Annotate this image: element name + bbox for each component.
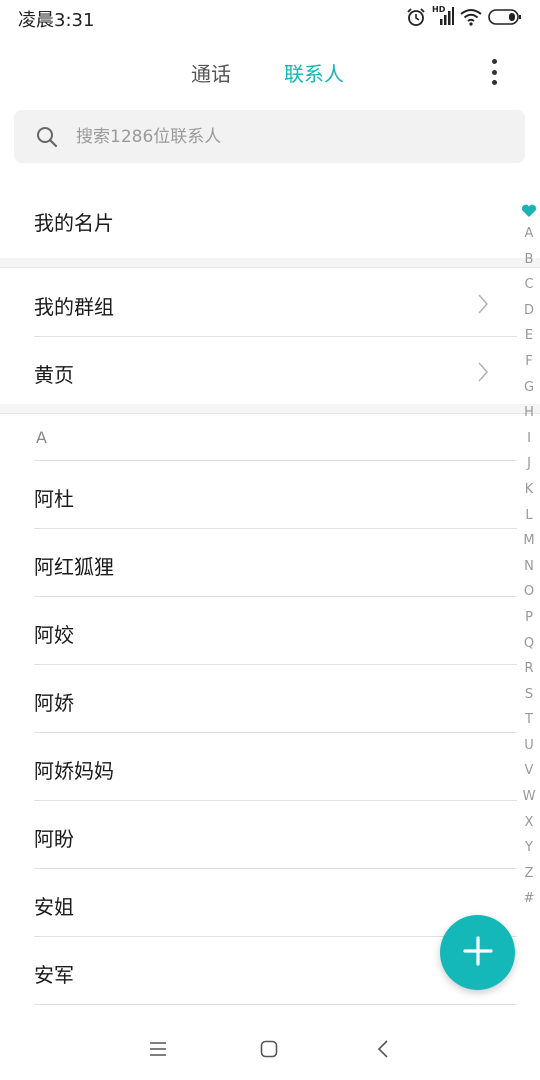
alphabet-letter[interactable]: V	[518, 758, 540, 784]
contact-name: 阿红狐狸	[34, 555, 114, 579]
contact-name: 阿杜	[34, 487, 74, 511]
alphabet-letter-list: A B C D E F G H I J K L M N O P Q R S T U V W X Y Z #	[518, 221, 540, 912]
status-bar: 凌晨3:31 HD	[0, 0, 540, 36]
contact-row[interactable]: 阿娇	[0, 665, 540, 733]
alphabet-letter[interactable]: X	[518, 810, 540, 836]
contact-name: 阿娇妈妈	[34, 759, 114, 783]
group-row-yellow-pages[interactable]: 黄页	[0, 337, 540, 405]
section-letter: A	[36, 428, 47, 447]
alphabet-letter[interactable]: B	[518, 247, 540, 273]
more-options-button[interactable]	[480, 56, 508, 88]
alphabet-letter[interactable]: E	[518, 323, 540, 349]
alphabet-letter[interactable]: #	[518, 886, 540, 912]
alphabet-index[interactable]: A B C D E F G H I J K L M N O P Q R S T U V W X Y Z #	[518, 201, 540, 912]
contact-row[interactable]: 阿姣	[0, 597, 540, 665]
group-row-label: 我的群组	[34, 295, 114, 319]
menu-icon	[149, 1041, 167, 1061]
section-divider	[0, 404, 540, 414]
alphabet-letter[interactable]: J	[518, 451, 540, 477]
more-dot-icon	[491, 69, 497, 75]
alphabet-letter[interactable]: A	[518, 221, 540, 247]
contact-name: 安军	[34, 963, 74, 987]
favorites-heart-icon[interactable]	[518, 201, 540, 221]
contact-row[interactable]: 阿红狐狸	[0, 529, 540, 597]
alphabet-letter[interactable]: M	[518, 528, 540, 554]
alphabet-letter[interactable]: C	[518, 272, 540, 298]
alphabet-letter[interactable]: O	[518, 579, 540, 605]
wifi-icon	[460, 8, 482, 26]
chevron-right-icon	[476, 293, 490, 319]
alphabet-letter[interactable]: D	[518, 298, 540, 324]
alphabet-letter[interactable]: Z	[518, 861, 540, 887]
contact-name: 安姐	[34, 895, 74, 919]
contact-name: 阿盼	[34, 827, 74, 851]
plus-icon	[462, 935, 494, 971]
status-icons: HD	[406, 5, 522, 28]
tab-calls[interactable]: 通话	[191, 58, 231, 87]
contact-row[interactable]: 阿杜	[0, 461, 540, 529]
section-divider	[0, 258, 540, 268]
tab-contacts[interactable]: 联系人	[284, 58, 344, 87]
back-button[interactable]	[368, 1036, 398, 1066]
more-dot-icon	[491, 80, 497, 85]
home-button[interactable]	[254, 1036, 284, 1066]
search-bar[interactable]	[14, 110, 525, 163]
contact-name: 阿姣	[34, 623, 74, 647]
alphabet-letter[interactable]: N	[518, 554, 540, 580]
search-icon	[36, 126, 58, 152]
search-input[interactable]	[76, 110, 496, 163]
alphabet-letter[interactable]: Q	[518, 631, 540, 657]
contact-row[interactable]: 阿盼	[0, 801, 540, 869]
signal-icon: HD	[432, 5, 454, 27]
alarm-icon	[406, 7, 426, 27]
alphabet-letter[interactable]: F	[518, 349, 540, 375]
status-time: 凌晨3:31	[18, 10, 95, 31]
add-contact-button[interactable]	[440, 915, 515, 990]
alphabet-letter[interactable]: L	[518, 503, 540, 529]
group-row-my-groups[interactable]: 我的群组	[0, 269, 540, 337]
contact-row[interactable]: 阿娇妈妈	[0, 733, 540, 801]
alphabet-letter[interactable]: W	[518, 784, 540, 810]
group-row-label: 黄页	[34, 363, 74, 387]
battery-icon	[488, 8, 522, 26]
alphabet-letter[interactable]: U	[518, 733, 540, 759]
section-header-a: A	[0, 414, 540, 461]
alphabet-letter[interactable]: K	[518, 477, 540, 503]
alphabet-letter[interactable]: Y	[518, 835, 540, 861]
my-card-row[interactable]: 我的名片	[0, 185, 540, 253]
alphabet-letter[interactable]: R	[518, 656, 540, 682]
menu-button[interactable]	[143, 1036, 173, 1066]
alphabet-letter[interactable]: S	[518, 682, 540, 708]
alphabet-letter[interactable]: P	[518, 605, 540, 631]
alphabet-letter[interactable]: T	[518, 707, 540, 733]
navigation-bar	[0, 1020, 540, 1080]
chevron-right-icon	[476, 361, 490, 387]
row-divider	[34, 1004, 517, 1005]
my-card-label: 我的名片	[34, 211, 114, 235]
back-icon	[376, 1039, 390, 1063]
alphabet-letter[interactable]: H	[518, 400, 540, 426]
alphabet-letter[interactable]: G	[518, 375, 540, 401]
alphabet-letter[interactable]: I	[518, 426, 540, 452]
more-dot-icon	[491, 59, 497, 64]
tab-bar: 通话 联系人	[0, 40, 540, 104]
home-icon	[260, 1040, 278, 1062]
contact-name: 阿娇	[34, 691, 74, 715]
